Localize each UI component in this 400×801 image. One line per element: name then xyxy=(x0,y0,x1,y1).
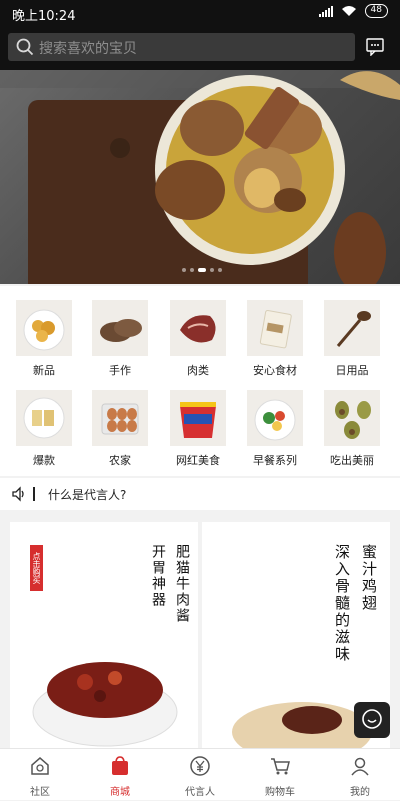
category-item[interactable]: 日用品 xyxy=(316,300,388,378)
message-icon[interactable] xyxy=(366,38,384,56)
tab-ambassador[interactable]: 代言人 xyxy=(160,749,240,801)
corn-snack-icon xyxy=(16,300,72,356)
top-bar: 晚上10:24 48 搜索喜欢的宝贝 xyxy=(0,0,400,70)
category-item[interactable]: 吃出美丽 xyxy=(316,390,388,468)
promo-product-name: 肥猫牛肉酱 xyxy=(174,544,190,624)
wooden-spoon-icon xyxy=(324,300,380,356)
bottom-tab-bar: 社区 商城 代言人 购物车 我的 xyxy=(0,748,400,800)
category-item[interactable]: 早餐系列 xyxy=(239,390,311,468)
customer-service-button[interactable] xyxy=(354,702,390,738)
snack-cup-icon xyxy=(170,390,226,446)
category-grid: 新品 手作 肉类 安心食材 日用品 爆款 农家 网红美食 早餐系列 吃出美丽 xyxy=(0,286,400,476)
shopping-bag-icon xyxy=(112,756,128,775)
status-time: 晚上10:24 xyxy=(12,9,76,24)
banner-carousel[interactable] xyxy=(0,70,400,284)
search-placeholder: 搜索喜欢的宝贝 xyxy=(39,41,137,57)
banner-image xyxy=(0,70,400,284)
tab-profile[interactable]: 我的 xyxy=(320,749,400,801)
promo-card-beef-sauce[interactable]: 点击购买 开胃神器 肥猫牛肉酱 xyxy=(10,522,198,748)
category-item[interactable]: 网红美食 xyxy=(162,390,234,468)
avocado-icon xyxy=(324,390,380,446)
announcement-text: 什么是代言人? xyxy=(48,488,127,502)
category-item[interactable]: 农家 xyxy=(84,390,156,468)
chat-icon xyxy=(362,709,382,729)
category-item[interactable]: 肉类 xyxy=(162,300,234,378)
yen-coin-icon xyxy=(190,756,210,776)
battery-indicator: 48 xyxy=(364,4,388,18)
announcement-bar[interactable]: 什么是代言人? xyxy=(0,478,400,510)
sliced-beef-icon xyxy=(92,300,148,356)
category-item[interactable]: 新品 xyxy=(8,300,80,378)
promo-product-name: 蜜汁鸡翅 xyxy=(360,544,378,612)
meat-icon xyxy=(170,300,226,356)
community-home-icon xyxy=(31,757,49,775)
tab-community[interactable]: 社区 xyxy=(0,749,80,801)
search-icon xyxy=(16,38,34,56)
tofu-plate-icon xyxy=(16,390,72,446)
salad-bowl-icon xyxy=(247,390,303,446)
promo-slogan: 开胃神器 xyxy=(150,544,166,608)
status-bar: 晚上10:24 48 xyxy=(0,0,400,26)
wifi-icon xyxy=(341,6,356,16)
speaker-icon xyxy=(12,486,24,502)
buy-tag[interactable]: 点击购买 xyxy=(30,545,43,591)
category-item[interactable]: 安心食材 xyxy=(239,300,311,378)
search-bar[interactable]: 搜索喜欢的宝贝 xyxy=(8,33,355,61)
tab-cart[interactable]: 购物车 xyxy=(240,749,320,801)
promo-slogan: 深入骨髓的滋味 xyxy=(333,544,351,663)
flour-bag-icon xyxy=(247,300,303,356)
shopping-cart-icon xyxy=(271,758,290,775)
category-item[interactable]: 手作 xyxy=(84,300,156,378)
user-profile-icon xyxy=(351,757,369,776)
beef-sauce-image xyxy=(32,662,178,747)
signal-icon xyxy=(318,5,333,17)
egg-box-icon xyxy=(92,390,148,446)
divider xyxy=(33,487,35,501)
tab-mall[interactable]: 商城 xyxy=(80,749,160,801)
category-item[interactable]: 爆款 xyxy=(8,390,80,468)
carousel-indicator xyxy=(182,268,222,272)
status-indicators: 48 xyxy=(318,4,388,18)
